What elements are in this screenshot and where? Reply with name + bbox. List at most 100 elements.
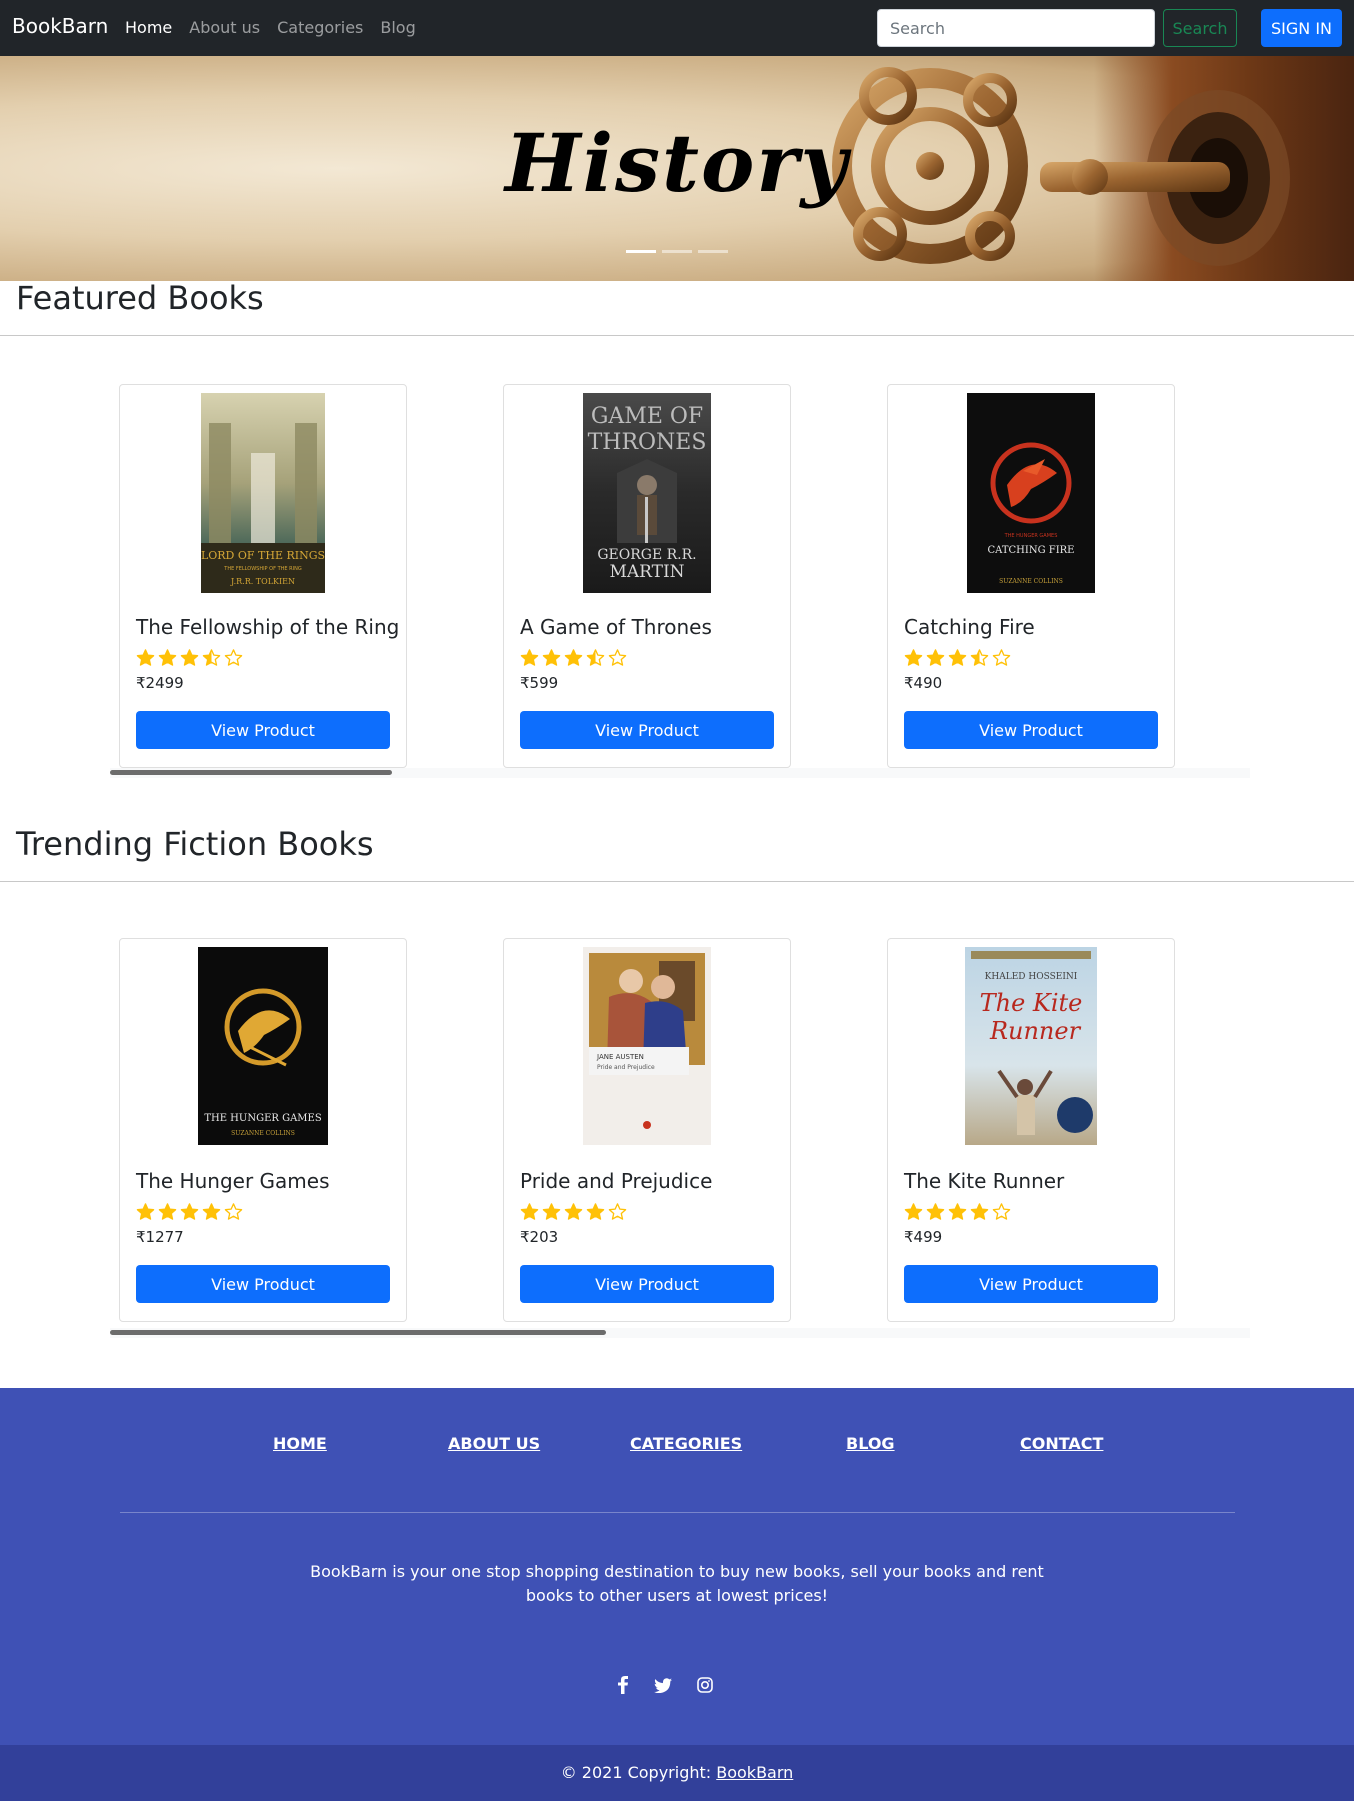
featured-divider: [0, 335, 1354, 336]
search-button[interactable]: Search: [1163, 9, 1237, 47]
book-card: GAME OF THRONES GEORGE R.R. MARTIN A Gam…: [503, 384, 791, 768]
cover-text: LORD OF THE RINGS: [201, 549, 325, 562]
cover-text: SUZANNE COLLINS: [231, 1130, 295, 1137]
star-filled-icon: [586, 1203, 605, 1220]
brand-logo[interactable]: BookBarn: [12, 14, 108, 38]
footer-link-contact[interactable]: CONTACT: [1020, 1434, 1103, 1453]
trending-books-heading: Trending Fiction Books: [16, 825, 374, 863]
trending-scrollbar[interactable]: [110, 1328, 1250, 1338]
star-filled-icon: [564, 649, 583, 666]
book-title[interactable]: A Game of Thrones: [520, 615, 712, 639]
footer-link-blog[interactable]: BLOG: [846, 1434, 895, 1453]
search-input[interactable]: [877, 9, 1155, 47]
book-cover-pride-and-prejudice[interactable]: JANE AUSTEN Pride and Prejudice: [583, 947, 711, 1147]
nav-link-about[interactable]: About us: [189, 18, 260, 37]
star-filled-icon: [136, 649, 155, 666]
footer-link-categories[interactable]: CATEGORIES: [630, 1434, 742, 1453]
star-filled-icon: [520, 649, 539, 666]
book-cover-hunger-games[interactable]: THE HUNGER GAMES SUZANNE COLLINS: [198, 947, 328, 1147]
copyright-bar: © 2021 Copyright: BookBarn: [0, 1745, 1354, 1801]
footer-link-home[interactable]: HOME: [273, 1434, 327, 1453]
view-product-button[interactable]: View Product: [904, 711, 1158, 749]
featured-scroll-thumb[interactable]: [110, 770, 392, 775]
cover-text: SUZANNE COLLINS: [999, 578, 1063, 585]
cover-text: THRONES: [588, 430, 707, 455]
book-title[interactable]: The Kite Runner: [904, 1169, 1064, 1193]
star-half-icon: [586, 649, 605, 666]
book-card: KHALED HOSSEINI The Kite Runner The Kite…: [887, 938, 1175, 1322]
book-title[interactable]: Catching Fire: [904, 615, 1035, 639]
trending-scroll-thumb[interactable]: [110, 1330, 606, 1335]
nav-link-home[interactable]: Home: [125, 18, 172, 37]
rating-stars: [904, 1202, 1011, 1221]
star-filled-icon: [926, 1203, 945, 1220]
star-half-icon: [970, 649, 989, 666]
featured-books-row: LORD OF THE RINGS THE FELLOWSHIP OF THE …: [110, 384, 1250, 784]
star-filled-icon: [202, 1203, 221, 1220]
footer-link-about-us[interactable]: ABOUT US: [448, 1434, 540, 1453]
rating-stars: [520, 1202, 627, 1221]
footer-divider: [120, 1512, 1235, 1513]
cover-text: JANE AUSTEN: [596, 1053, 644, 1061]
book-card: JANE AUSTEN Pride and Prejudice Pride an…: [503, 938, 791, 1322]
book-cover-catching-fire[interactable]: THE HUNGER GAMES CATCHING FIRE SUZANNE C…: [967, 393, 1095, 593]
carousel-indicators: [626, 250, 728, 253]
cover-text: The Kite: [980, 989, 1083, 1017]
rating-stars: [136, 1202, 243, 1221]
book-title[interactable]: Pride and Prejudice: [520, 1169, 712, 1193]
view-product-button[interactable]: View Product: [136, 1265, 390, 1303]
cover-text: J.R.R. TOLKIEN: [230, 577, 295, 586]
copyright-prefix: © 2021 Copyright:: [560, 1763, 717, 1782]
view-product-button[interactable]: View Product: [904, 1265, 1158, 1303]
star-filled-icon: [970, 1203, 989, 1220]
star-filled-icon: [904, 649, 923, 666]
cover-text: Runner: [989, 1017, 1082, 1045]
trending-divider: [0, 881, 1354, 882]
book-price: ₹1277: [136, 1228, 184, 1246]
rating-stars: [520, 648, 627, 667]
footer: HOME ABOUT US CATEGORIES BLOG CONTACT Bo…: [0, 1388, 1354, 1745]
sign-in-button[interactable]: SIGN IN: [1261, 9, 1342, 47]
cover-text: GEORGE R.R.: [597, 547, 696, 563]
star-filled-icon: [542, 1203, 561, 1220]
star-filled-icon: [158, 1203, 177, 1220]
book-price: ₹2499: [136, 674, 184, 692]
star-filled-icon: [158, 649, 177, 666]
star-filled-icon: [564, 1203, 583, 1220]
cover-text: THE HUNGER GAMES: [204, 1113, 322, 1124]
copyright-link[interactable]: BookBarn: [716, 1763, 793, 1782]
trending-books-row: THE HUNGER GAMES SUZANNE COLLINS The Hun…: [110, 938, 1250, 1338]
carousel-indicator-3[interactable]: [698, 250, 728, 253]
cover-text: THE HUNGER GAMES: [1004, 533, 1058, 539]
carousel-indicator-1[interactable]: [626, 250, 656, 253]
cover-text: THE FELLOWSHIP OF THE RING: [223, 566, 302, 572]
star-filled-icon: [948, 1203, 967, 1220]
nav-link-categories[interactable]: Categories: [277, 18, 363, 37]
view-product-button[interactable]: View Product: [136, 711, 390, 749]
carousel-indicator-2[interactable]: [662, 250, 692, 253]
book-cover-kite-runner[interactable]: KHALED HOSSEINI The Kite Runner: [965, 947, 1097, 1147]
featured-scrollbar[interactable]: [110, 768, 1250, 778]
copyright-text: © 2021 Copyright: BookBarn: [0, 1763, 1354, 1782]
facebook-icon[interactable]: [612, 1674, 634, 1696]
book-title[interactable]: The Hunger Games: [136, 1169, 330, 1193]
star-filled-icon: [520, 1203, 539, 1220]
footer-description: BookBarn is your one stop shopping desti…: [310, 1562, 1044, 1605]
book-cover-game-of-thrones[interactable]: GAME OF THRONES GEORGE R.R. MARTIN: [583, 393, 711, 593]
star-empty-icon: [224, 1203, 243, 1220]
nav-link-blog[interactable]: Blog: [380, 18, 415, 37]
star-filled-icon: [904, 1203, 923, 1220]
view-product-button[interactable]: View Product: [520, 1265, 774, 1303]
cover-text: MARTIN: [609, 562, 684, 582]
rating-stars: [136, 648, 243, 667]
book-price: ₹599: [520, 674, 559, 692]
hero-carousel[interactable]: History: [0, 56, 1354, 281]
book-title[interactable]: The Fellowship of the Ring: [136, 615, 399, 639]
star-empty-icon: [992, 1203, 1011, 1220]
book-cover-fellowship[interactable]: LORD OF THE RINGS THE FELLOWSHIP OF THE …: [201, 393, 325, 593]
star-filled-icon: [180, 649, 199, 666]
view-product-button[interactable]: View Product: [520, 711, 774, 749]
twitter-icon[interactable]: [652, 1674, 674, 1696]
instagram-icon[interactable]: [694, 1674, 716, 1696]
navbar: BookBarn Home About us Categories Blog S…: [0, 0, 1354, 56]
